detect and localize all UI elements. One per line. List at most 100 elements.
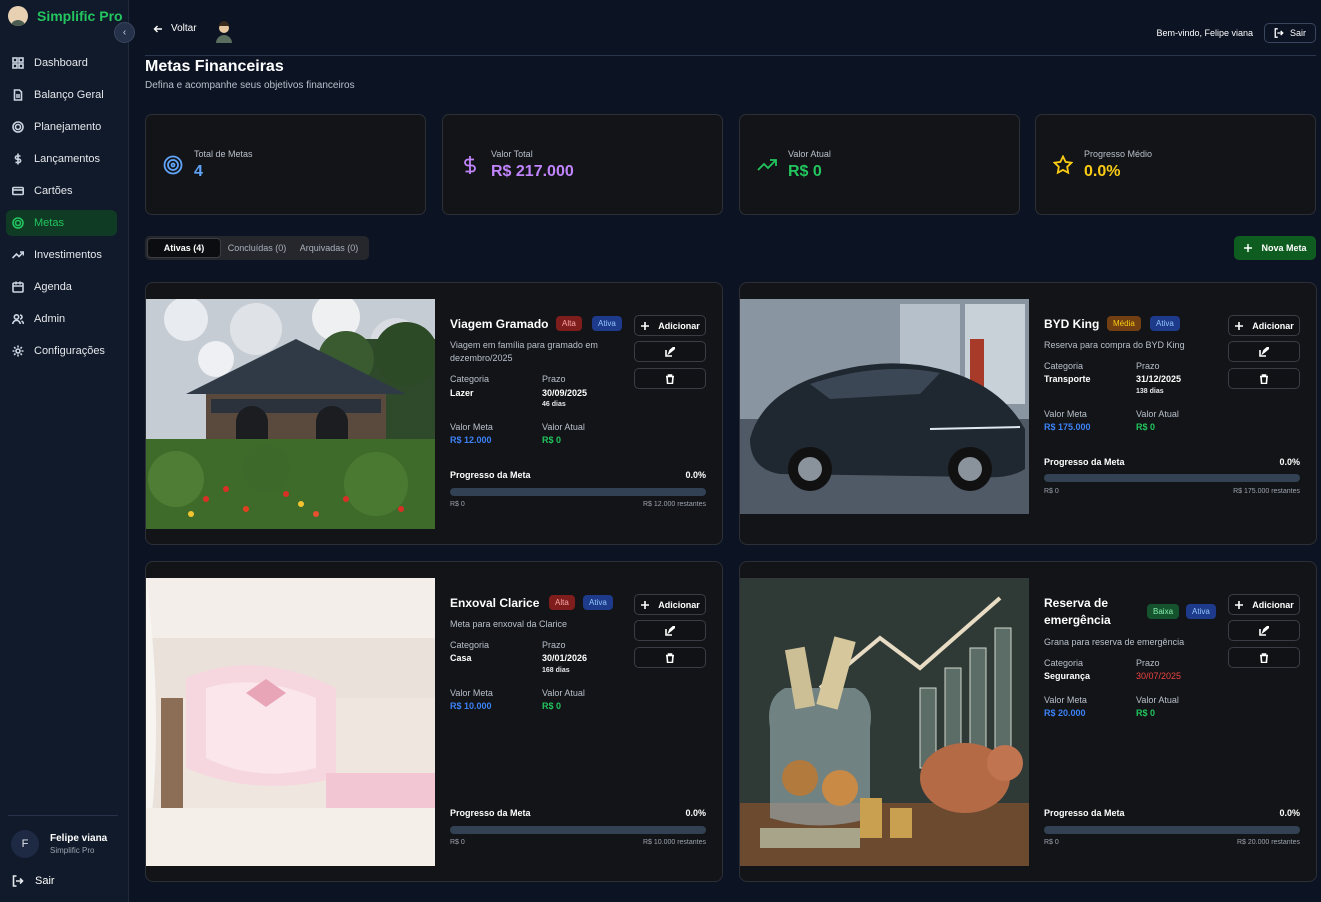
stat-value: R$ 217.000 [491,163,574,180]
sidebar-item-investimentos[interactable]: Investimentos [6,242,117,268]
new-goal-button[interactable]: Nova Meta [1234,236,1316,260]
deadline-label: Prazo [542,374,566,384]
users-icon [12,313,24,325]
add-button[interactable]: Adicionar [1228,594,1300,615]
priority-badge: Baixa [1147,604,1180,619]
avatar: F [11,830,39,858]
sidebar-item-dashboard[interactable]: Dashboard [6,50,117,76]
deadline-value: 30/01/2026 [542,653,588,663]
category-label: Categoria [450,374,490,384]
edit-button[interactable] [1228,341,1300,362]
add-button[interactable]: Adicionar [1228,315,1300,336]
deadline-label: Prazo [542,640,566,650]
deadline-value: 30/07/2025 [1136,671,1182,681]
goal-image [146,299,435,529]
header-logout-button[interactable]: Sair [1264,23,1316,43]
plus-icon [641,600,650,609]
sidebar-item-label: Agenda [34,281,72,293]
delete-button[interactable] [634,647,706,668]
delete-button[interactable] [1228,368,1300,389]
days-remaining: 138 dias [1136,388,1164,395]
category-label: Categoria [1044,361,1084,371]
brand[interactable]: Simplific Pro [8,6,123,26]
stat-card-total-metas: Total de Metas 4 [145,114,426,215]
sidebar-item-balanco-geral[interactable]: Balanço Geral [6,82,117,108]
sidebar-item-configuracoes[interactable]: Configurações [6,338,117,364]
arrow-left-icon [153,25,162,32]
progress-bar [1044,826,1300,834]
add-button[interactable]: Adicionar [634,315,706,336]
goal-value-label: Valor Meta [1044,695,1087,705]
progress-remaining: R$ 175.000 restantes [1233,488,1300,495]
progress-saved: R$ 0 [450,501,465,508]
delete-button[interactable] [634,368,706,389]
goal-image [740,578,1029,866]
status-badge: Ativa [1186,604,1216,619]
sidebar-item-label: Cartões [34,185,73,197]
priority-badge: Alta [549,595,575,610]
collapse-sidebar-button[interactable]: ‹ [114,22,135,43]
category-value: Casa [450,653,472,663]
progress-remaining: R$ 10.000 restantes [642,839,706,846]
user-profile[interactable]: F Felipe viana Simplific Pro [11,830,107,858]
sidebar-logout-button[interactable]: Sair [12,875,55,887]
goal-description: Viagem em família para gramado em dezemb… [450,340,598,363]
chevron-left-icon: ‹ [122,27,127,38]
card-icon [12,186,24,196]
dollar-icon [464,156,476,174]
edit-button[interactable] [634,620,706,641]
sidebar-item-admin[interactable]: Admin [6,306,117,332]
logout-icon [1274,28,1284,38]
add-button[interactable]: Adicionar [634,594,706,615]
current-value-label: Valor Atual [542,422,585,432]
page-subtitle: Defina e acompanhe seus objetivos financ… [145,80,355,91]
tab-concluidas[interactable]: Concluídas (0) [223,238,291,258]
plus-icon [641,321,650,330]
sidebar-item-agenda[interactable]: Agenda [6,274,117,300]
progress-percent: 0.0% [1279,457,1300,467]
sidebar-item-label: Balanço Geral [34,89,104,101]
stat-label: Progresso Médio [1084,149,1153,159]
progress-label: Progresso da Meta [450,808,531,818]
back-button[interactable]: Voltar [153,23,197,34]
sidebar-item-metas[interactable]: Metas [6,210,117,236]
sidebar-item-cartoes[interactable]: Cartões [6,178,117,204]
edit-button[interactable] [634,341,706,362]
edit-button[interactable] [1228,620,1300,641]
days-remaining: 168 dias [542,667,570,674]
document-icon [13,89,23,101]
progress-bar [450,826,706,834]
tab-ativas[interactable]: Ativas (4) [147,238,221,258]
logout-label: Sair [1289,28,1306,38]
current-value: R$ 0 [542,701,562,711]
progress-remaining: R$ 20.000 restantes [1236,839,1300,846]
sidebar-item-planejamento[interactable]: Planejamento [6,114,117,140]
sidebar-item-label: Metas [34,217,64,229]
add-label: Adicionar [1252,320,1294,331]
stat-card-progresso-medio: Progresso Médio 0.0% [1035,114,1316,215]
progress-label: Progresso da Meta [1044,808,1125,818]
sidebar-item-lancamentos[interactable]: Lançamentos [6,146,117,172]
progress-label: Progresso da Meta [1044,457,1125,467]
goal-card: Reserva de emergência Baixa Ativa Grana … [739,561,1317,882]
deadline-value: 31/12/2025 [1136,374,1182,384]
progress-percent: 0.0% [685,808,706,818]
edit-icon [665,625,675,636]
category-label: Categoria [1044,658,1084,668]
star-icon [1053,155,1073,175]
progress-bar [1044,474,1300,482]
tab-arquivadas[interactable]: Arquivadas (0) [293,238,365,258]
logout-icon [12,875,24,887]
goal-value: R$ 12.000 [450,435,492,445]
stat-label: Valor Total [491,149,533,159]
stat-label: Total de Metas [194,149,253,159]
topbar: Voltar Bem-vindo, Felipe viana Sair [145,16,1316,56]
delete-button[interactable] [1228,647,1300,668]
logout-label: Sair [35,875,55,887]
goal-name: Enxoval Clarice [450,596,540,610]
user-avatar-icon[interactable] [214,21,234,43]
current-value: R$ 0 [1136,422,1156,432]
sidebar-item-label: Admin [34,313,66,325]
goal-value-label: Valor Meta [450,688,493,698]
goal-value-label: Valor Meta [450,422,493,432]
